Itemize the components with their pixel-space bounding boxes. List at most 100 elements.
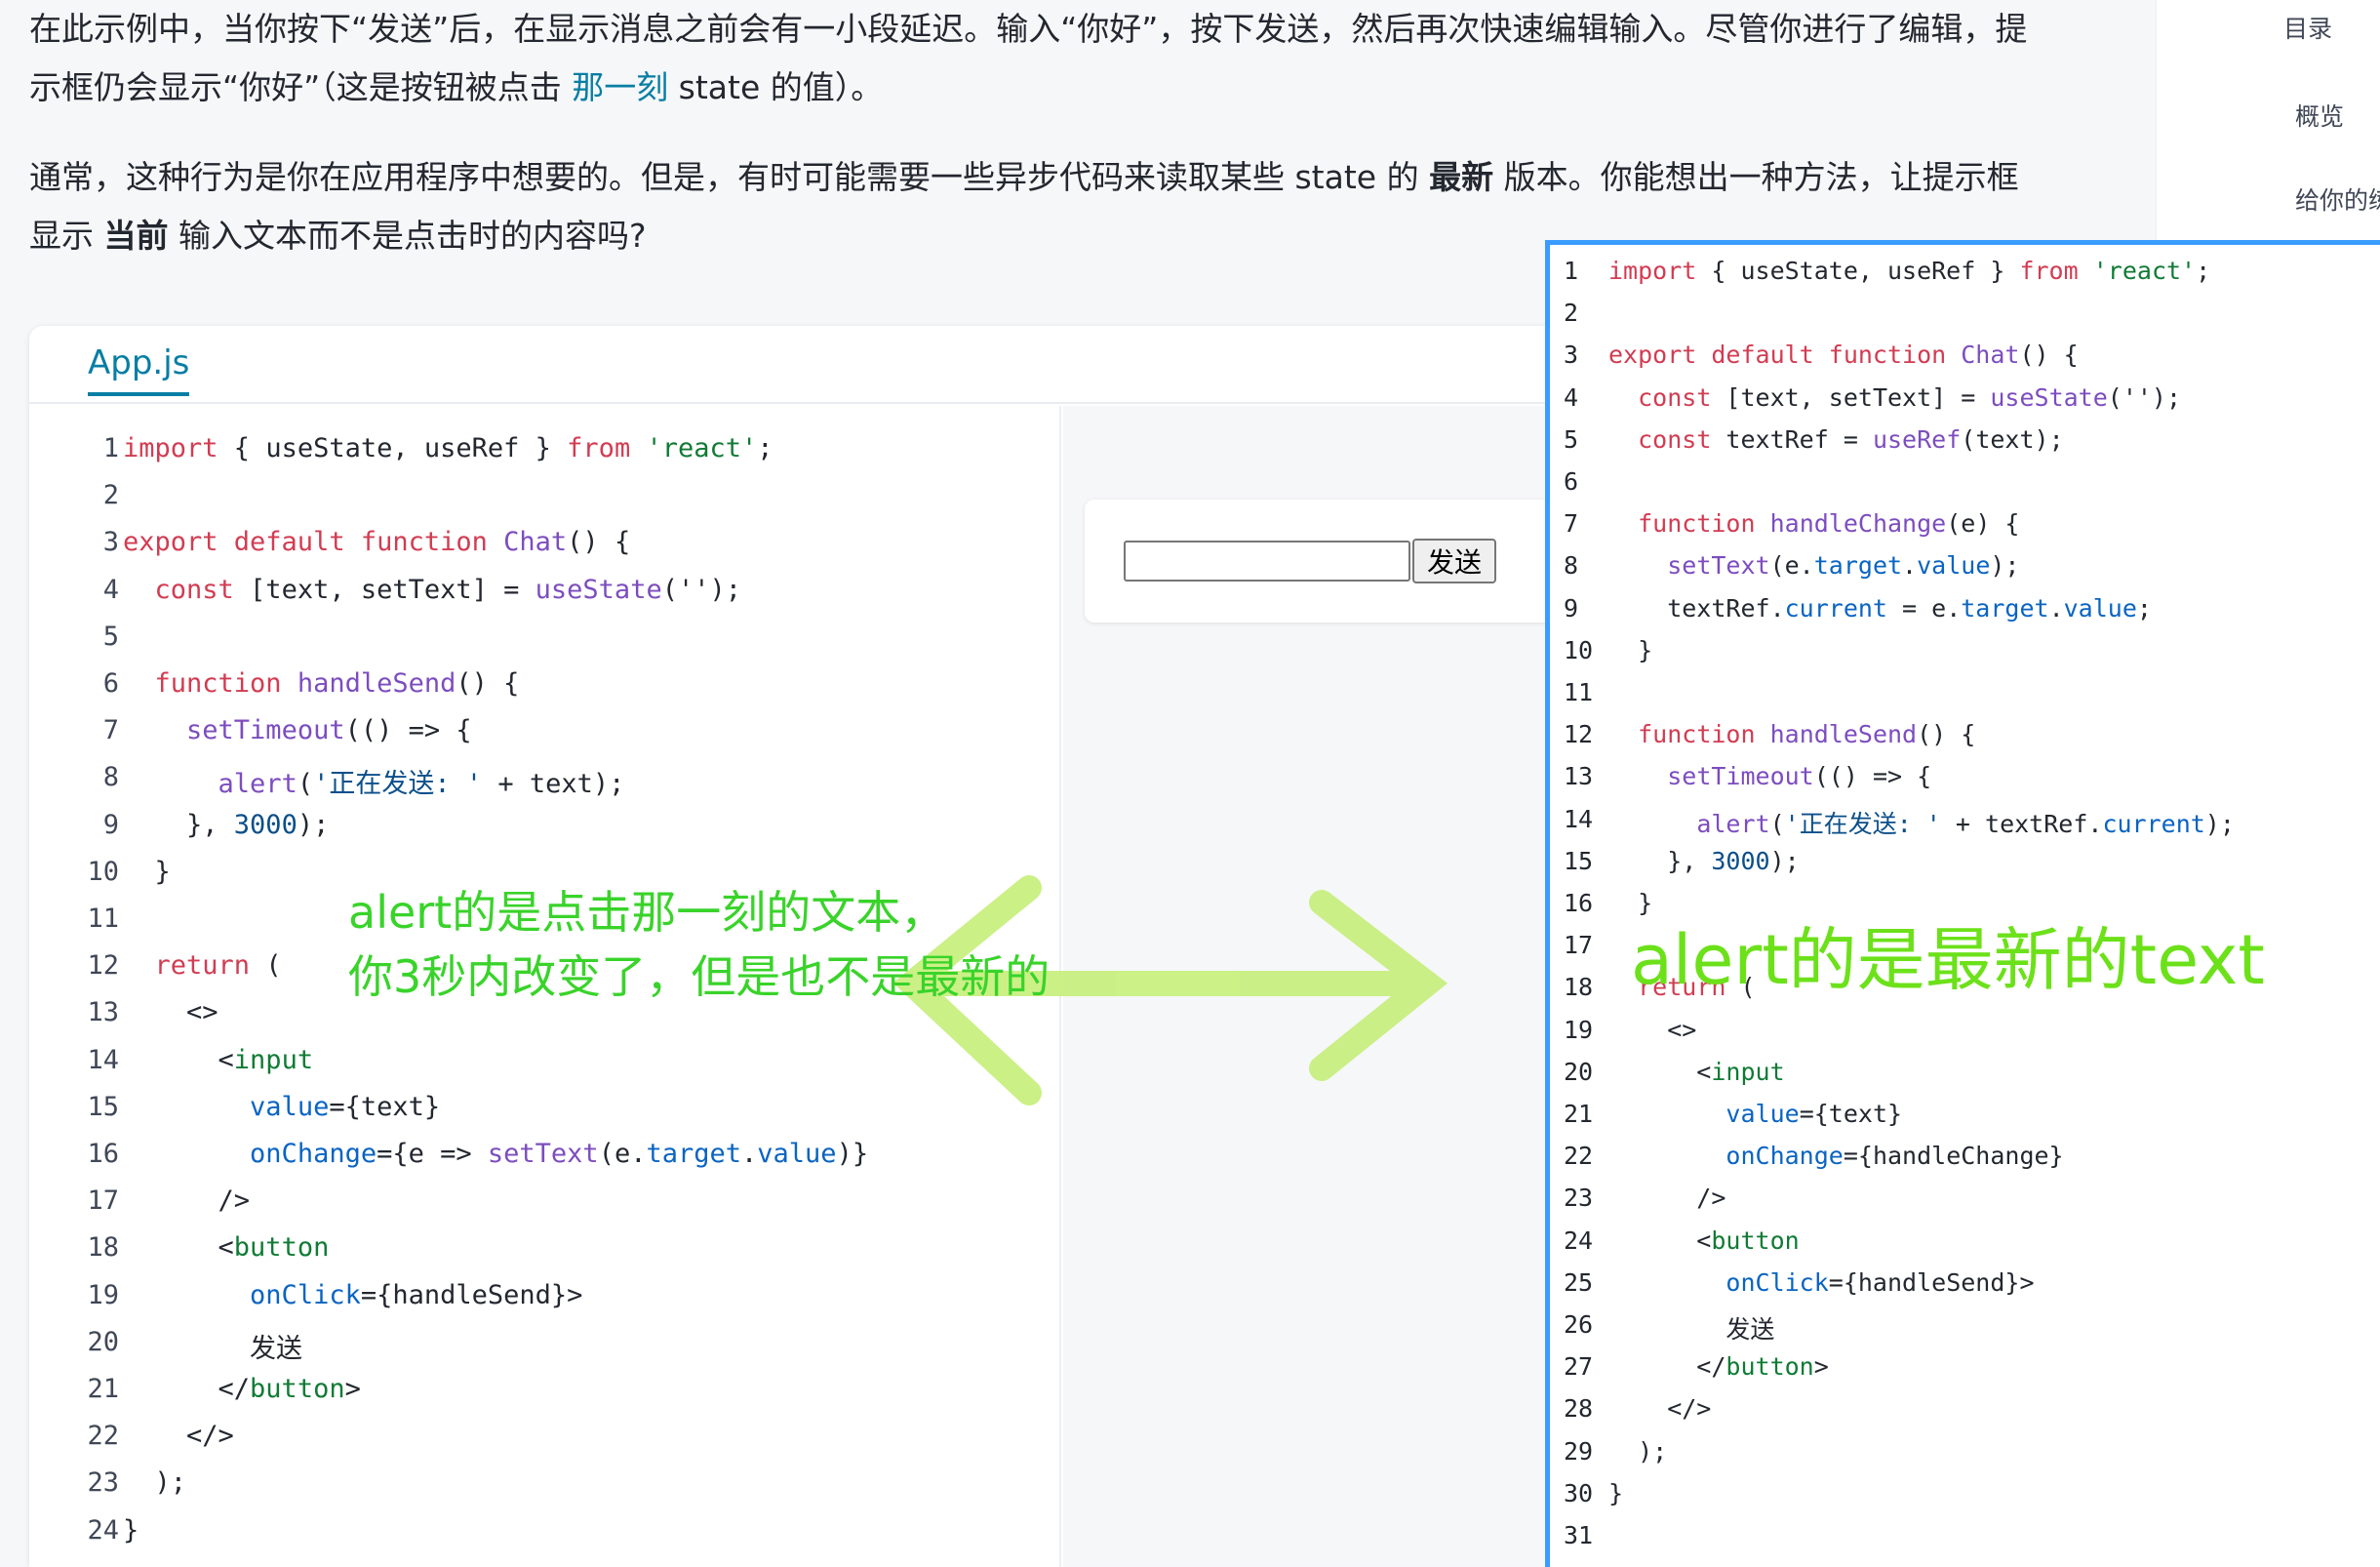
left-line-number: 13 [87,997,119,1028]
paragraph-1-line-2a: 示框仍会显示“你好”（这是按钮被点击 [29,68,573,106]
right-code-line: } [1608,1479,1623,1507]
code-token: 3000 [1711,846,1770,875]
link-that-moment[interactable]: 那一刻 [572,68,668,106]
left-code-line: function handleSend() { [123,668,520,699]
left-line-number: 20 [87,1326,119,1357]
right-code-line: ); [1608,1437,1667,1466]
code-token: onClick [250,1279,361,1310]
left-code-line: ); [123,1467,187,1499]
code-token: value [250,1091,330,1122]
code-token: import [123,433,218,463]
code-token: ); [2204,809,2235,838]
code-token: ); [123,1467,187,1499]
right-code-line: } [1608,636,1652,664]
code-token: (''); [2107,382,2182,412]
left-line-number: 1 [102,433,119,463]
code-token: </> [123,1421,234,1452]
left-line-number: 22 [87,1421,119,1452]
code-token: alert [1696,809,1770,838]
code-token: = e. [1886,593,1962,623]
right-line-number: 15 [1564,846,1594,875]
code-token: input [1711,1057,1785,1086]
code-token: current [1784,593,1887,623]
code-token: import [1608,257,1697,285]
code-token: < [1608,1057,1712,1086]
code-token: (e. [598,1139,647,1169]
left-code-line: 发送 [123,1327,302,1365]
left-line-number: 18 [87,1232,119,1264]
preview-text-input[interactable] [1124,541,1410,582]
left-line-number: 7 [102,715,119,746]
code-token: const [1638,382,1712,412]
code-token: ( [1769,809,1785,838]
code-token: setTimeout [186,715,345,746]
right-code-line: value={text} [1608,1100,1902,1128]
code-token: input [233,1044,314,1075]
right-code-line: onClick={handleSend}> [1608,1268,2034,1297]
code-token: return [154,950,251,982]
code-token: handleChange [1769,509,1947,539]
code-token: handleSend [297,668,456,699]
right-line-number: 4 [1564,382,1579,412]
left-code-line: onChange={e => setText(e.target.value)} [123,1139,868,1169]
paragraph-2-line-1b: 版本。你能想出一种方法，让提示框 [1493,158,2019,196]
code-token: ); [709,574,741,605]
left-code-line: </> [123,1421,234,1451]
code-token: Chat [503,527,568,558]
code-token: > [344,1374,361,1404]
toc-item-overview[interactable]: 概览 [2295,98,2344,133]
toc-item-challenges[interactable]: 给你的练 [2295,181,2380,217]
code-token: target [1961,593,2049,623]
code-token: . [741,1139,758,1169]
right-code-line: <input [1608,1057,1785,1086]
right-code-line: /> [1608,1184,1726,1212]
left-line-number: 2 [102,480,119,511]
code-token: ); [1990,551,2020,581]
annotation-right: alert的是最新的text [1631,920,2265,1000]
code-token: ( [297,769,314,800]
code-token: button [233,1232,330,1264]
right-line-number: 1 [1564,257,1579,285]
right-code-line: onChange={handleChange} [1608,1142,2063,1170]
code-token: () { [456,668,520,699]
tab-app-js[interactable]: App.js [88,343,190,396]
preview-send-button[interactable]: 发送 [1412,539,1496,583]
code-token: button [1726,1352,1814,1382]
right-line-number: 25 [1564,1267,1594,1297]
code-token: ('' [661,574,710,605]
right-line-number: 22 [1564,1142,1594,1171]
right-line-number: 17 [1564,931,1594,960]
left-line-number: 17 [87,1185,119,1217]
code-token: ={e => [377,1139,488,1169]
left-line-number: 24 [87,1514,119,1546]
left-code-line: onClick={handleSend}> [123,1280,582,1310]
code-token: ={text} [1799,1100,1903,1128]
toc-title: 目录 [2283,15,2333,43]
code-token: </> [1608,1394,1712,1424]
code-token: ); [1769,846,1800,875]
code-token: . [1902,551,1918,581]
code-token: ); [297,809,330,840]
code-token: ); [1608,1436,1668,1466]
left-line-number: 16 [87,1139,119,1169]
left-code-line: const [text, setText] = useState(''); [123,575,741,605]
right-code-line: </button> [1608,1352,1829,1381]
left-line-number: 21 [87,1374,119,1404]
code-token: (e. [1769,551,1814,581]
code-token: Chat [1961,341,2020,370]
left-line-number: 12 [87,950,119,982]
left-code-line: alert('正在发送: ' + text); [123,762,625,800]
right-line-number: 16 [1564,889,1594,917]
right-line-number: 8 [1564,551,1579,581]
annotation-left: alert的是点击那一刻的文本， 你3秒内改变了，但是也不是最新的 [348,880,1050,1009]
left-code-line: <input [123,1044,314,1075]
right-code-line: setTimeout(() => { [1608,762,1931,790]
